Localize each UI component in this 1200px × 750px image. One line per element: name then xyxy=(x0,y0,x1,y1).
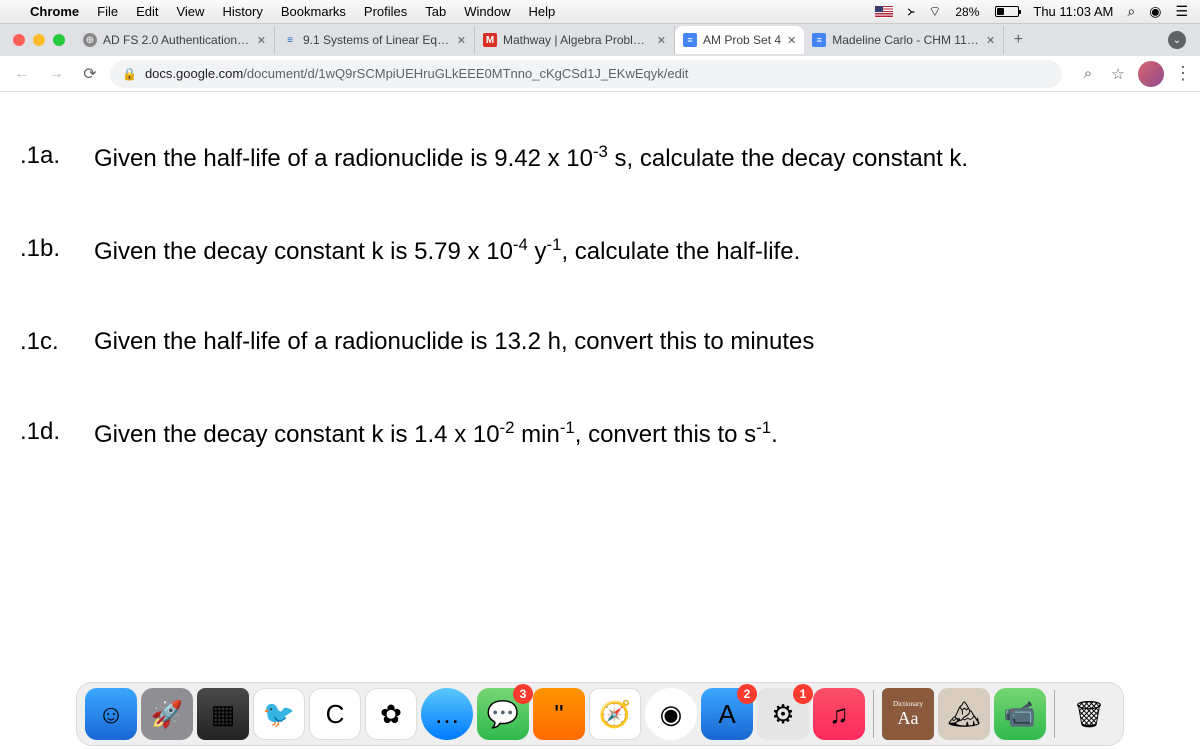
badge: 3 xyxy=(513,684,533,704)
tab-title: 9.1 Systems of Linear Equation xyxy=(303,33,451,47)
lock-icon[interactable]: 🔒 xyxy=(122,67,137,81)
problem-label: .1d. xyxy=(20,418,70,449)
close-window-button[interactable] xyxy=(13,34,25,46)
tab-adfs[interactable]: ⊕ AD FS 2.0 Authentication Web ✕ xyxy=(75,26,275,54)
dock: ☺ 🚀 ▦ 🐦 C ✿ … 💬3 " 🧭 ◉ A2 ⚙1 ♫ Dictionar… xyxy=(76,682,1124,746)
window-controls xyxy=(13,34,65,46)
document-body[interactable]: .1a. Given the half-life of a radionucli… xyxy=(0,92,1200,678)
tab-am-prob-set[interactable]: ≡ AM Prob Set 4 ✕ xyxy=(675,26,804,54)
chrome-toolbar: ← → ⟳ 🔒 docs.google.com/document/d/1wQ9r… xyxy=(0,56,1200,92)
problem-text: Given the half-life of a radionuclide is… xyxy=(94,328,814,356)
facetime-icon[interactable]: 📹 xyxy=(994,688,1046,740)
reload-button[interactable]: ⟳ xyxy=(76,60,104,88)
battery-icon[interactable] xyxy=(995,6,1019,17)
tab-linear-equations[interactable]: ≡ 9.1 Systems of Linear Equation ✕ xyxy=(275,26,475,54)
chrome-menu-button[interactable]: ⋮ xyxy=(1174,63,1192,84)
problem-label: .1b. xyxy=(20,235,70,266)
close-tab-icon[interactable]: ✕ xyxy=(457,34,466,47)
problem-1a: .1a. Given the half-life of a radionucli… xyxy=(20,142,1190,173)
mail-icon[interactable]: 🐦 xyxy=(253,688,305,740)
close-tab-icon[interactable]: ✕ xyxy=(257,34,266,47)
photos-icon[interactable]: ✿ xyxy=(365,688,417,740)
problem-1b: .1b. Given the decay constant k is 5.79 … xyxy=(20,235,1190,266)
finder-icon[interactable]: ☺ xyxy=(85,688,137,740)
launchpad-icon[interactable]: 🚀 xyxy=(141,688,193,740)
messages-blue-icon[interactable]: … xyxy=(421,688,473,740)
problem-text: Given the decay constant k is 5.79 x 10-… xyxy=(94,235,800,266)
problem-text: Given the decay constant k is 1.4 x 10-2… xyxy=(94,418,778,449)
chrome-icon[interactable]: ◉ xyxy=(645,688,697,740)
macos-menubar: Chrome File Edit View History Bookmarks … xyxy=(0,0,1200,24)
dock-separator xyxy=(873,690,874,738)
problem-label: .1a. xyxy=(20,142,70,173)
address-bar[interactable]: 🔒 docs.google.com/document/d/1wQ9rSCMpiU… xyxy=(110,60,1062,88)
input-source-flag-icon[interactable] xyxy=(875,6,893,18)
app-menu[interactable]: Chrome xyxy=(30,4,79,19)
music-icon[interactable]: ♫ xyxy=(813,688,865,740)
spotlight-icon[interactable]: ⌕ xyxy=(1127,3,1135,20)
back-button[interactable]: ← xyxy=(8,60,36,88)
close-tab-icon[interactable]: ✕ xyxy=(986,34,995,47)
menubar-clock[interactable]: Thu 11:03 AM xyxy=(1033,4,1113,19)
bookmark-star-icon[interactable]: ☆ xyxy=(1108,64,1128,84)
trash-icon[interactable]: 🗑 xyxy=(1063,688,1115,740)
badge: 2 xyxy=(737,684,757,704)
forward-button[interactable]: → xyxy=(42,60,70,88)
docs-icon: ≡ xyxy=(812,33,826,47)
profile-avatar[interactable] xyxy=(1138,61,1164,87)
zoom-icon[interactable]: ⌕ xyxy=(1078,64,1098,84)
photo-preview-icon[interactable]: 🏔 xyxy=(938,688,990,740)
chrome-tab-strip: ⊕ AD FS 2.0 Authentication Web ✕ ≡ 9.1 S… xyxy=(0,24,1200,56)
minimize-window-button[interactable] xyxy=(33,34,45,46)
mathway-icon: M xyxy=(483,33,497,47)
new-tab-button[interactable]: + xyxy=(1004,26,1032,54)
menu-window[interactable]: Window xyxy=(464,4,510,19)
mission-control-icon[interactable]: ▦ xyxy=(197,688,249,740)
tab-mathway[interactable]: M Mathway | Algebra Problem So ✕ xyxy=(475,26,675,54)
problem-1d: .1d. Given the decay constant k is 1.4 x… xyxy=(20,418,1190,449)
close-tab-icon[interactable]: ✕ xyxy=(657,34,666,47)
tab-title: AD FS 2.0 Authentication Web xyxy=(103,33,251,47)
dock-separator xyxy=(1054,690,1055,738)
book-icon: ≡ xyxy=(283,33,297,47)
docs-icon: ≡ xyxy=(683,33,697,47)
problem-text: Given the half-life of a radionuclide is… xyxy=(94,142,968,173)
menu-tab[interactable]: Tab xyxy=(425,4,446,19)
system-preferences-icon[interactable]: ⚙1 xyxy=(757,688,809,740)
tab-madeline-carlo[interactable]: ≡ Madeline Carlo - CHM 112-1 Fi ✕ xyxy=(804,26,1004,54)
menu-history[interactable]: History xyxy=(222,4,262,19)
menu-bookmarks[interactable]: Bookmarks xyxy=(281,4,346,19)
menu-file[interactable]: File xyxy=(97,4,118,19)
appstore-icon[interactable]: A2 xyxy=(701,688,753,740)
wifi-icon[interactable]: ⌔ xyxy=(928,3,941,21)
tab-title: Madeline Carlo - CHM 112-1 Fi xyxy=(832,33,980,47)
notification-center-icon[interactable]: ☰ xyxy=(1175,3,1188,20)
problem-label: .1c. xyxy=(20,328,70,356)
pages-icon[interactable]: " xyxy=(533,688,585,740)
tab-title: Mathway | Algebra Problem So xyxy=(503,33,651,47)
menu-view[interactable]: View xyxy=(176,4,204,19)
tab-search-button[interactable]: ⌄ xyxy=(1168,31,1186,49)
badge: 1 xyxy=(793,684,813,704)
menu-profiles[interactable]: Profiles xyxy=(364,4,407,19)
control-center-icon[interactable]: ◉ xyxy=(1149,3,1161,20)
problem-1c: .1c. Given the half-life of a radionucli… xyxy=(20,328,1190,356)
safari-icon[interactable]: 🧭 xyxy=(589,688,641,740)
maximize-window-button[interactable] xyxy=(53,34,65,46)
messages-icon[interactable]: 💬3 xyxy=(477,688,529,740)
url-text: docs.google.com/document/d/1wQ9rSCMpiUEH… xyxy=(145,66,688,81)
ccleaner-icon[interactable]: C xyxy=(309,688,361,740)
globe-icon: ⊕ xyxy=(83,33,97,47)
menu-help[interactable]: Help xyxy=(529,4,556,19)
menu-edit[interactable]: Edit xyxy=(136,4,158,19)
bluetooth-icon[interactable]: ᚛ xyxy=(907,3,914,20)
battery-percent[interactable]: 28% xyxy=(955,5,979,19)
dictionary-icon[interactable]: DictionaryAa xyxy=(882,688,934,740)
close-tab-icon[interactable]: ✕ xyxy=(787,34,796,47)
tab-title: AM Prob Set 4 xyxy=(703,33,781,47)
